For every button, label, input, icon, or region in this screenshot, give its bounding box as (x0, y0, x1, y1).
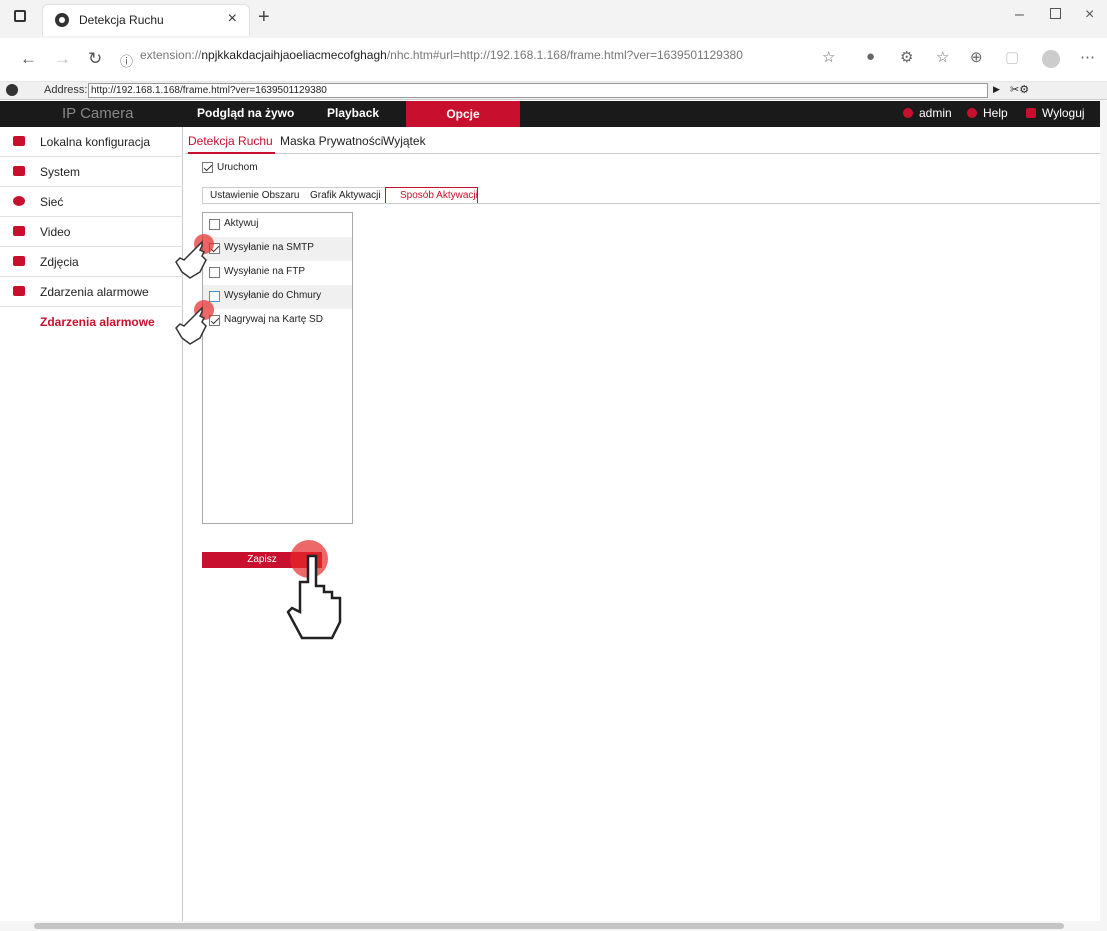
collections-icon[interactable]: ⊕ (970, 48, 983, 66)
step-linkage-method[interactable]: Sposób Aktywacji (385, 187, 478, 204)
vertical-scrollbar[interactable] (1100, 101, 1107, 931)
nav-options[interactable]: Opcje (406, 101, 520, 127)
video-icon (13, 226, 25, 236)
user-menu[interactable]: admin (903, 106, 952, 120)
hand-pointer-icon (286, 554, 342, 640)
logout-label: Wyloguj (1042, 106, 1085, 120)
monitor-icon (13, 136, 25, 146)
tab-motion-detection[interactable]: Detekcja Ruchu (188, 134, 273, 148)
help-icon (967, 108, 977, 118)
sidebar-item-label: Video (40, 225, 71, 239)
help-link[interactable]: Help (967, 106, 1008, 120)
url-prefix: extension:// (140, 48, 202, 62)
tab-privacy-mask[interactable]: Maska Prywatności (280, 134, 383, 148)
read-aloud-icon[interactable]: ☆ (822, 48, 835, 66)
step-divider (202, 203, 1100, 204)
user-icon (903, 108, 913, 118)
url-host: npjkkakdacjaihjaoeliacmecofghagh (201, 48, 387, 62)
sidebar-subitem-alarm-events[interactable]: Zdarzenia alarmowe (0, 307, 183, 337)
help-label: Help (983, 106, 1008, 120)
horizontal-scrollbar[interactable] (0, 921, 1100, 931)
action-label: Nagrywaj na Kartę SD (224, 314, 323, 325)
window-close-icon[interactable]: × (1085, 6, 1094, 24)
list-item[interactable]: Wysyłanie na FTP (203, 261, 352, 285)
close-tab-icon[interactable]: × (228, 10, 237, 28)
user-name: admin (919, 106, 952, 120)
forward-icon[interactable]: → (54, 49, 71, 69)
profile-avatar[interactable] (1042, 50, 1060, 68)
system-icon (13, 166, 25, 176)
sidebar-item-local-config[interactable]: Lokalna konfiguracja (0, 127, 183, 157)
hand-pointer-icon (175, 306, 207, 345)
favorites-icon[interactable]: ☆ (936, 48, 949, 66)
url-path: /nhc.htm#url=http://192.168.1.168/frame.… (386, 48, 743, 62)
sidebar-item-network[interactable]: Sieć (0, 187, 183, 217)
tab-exception[interactable]: Wyjątek (383, 134, 426, 148)
sidebar-item-label: Sieć (40, 195, 64, 209)
sidebar-item-system[interactable]: System (0, 157, 183, 187)
tab-actions-icon[interactable] (14, 10, 26, 22)
linkage-action-list: Aktywuj Wysyłanie na SMTP Wysyłanie na F… (202, 212, 353, 524)
address-label: Address: (44, 84, 88, 96)
sidebar-item-label: Zdarzenia alarmowe (40, 315, 155, 329)
url-field[interactable]: extension://npjkkakdacjaihjaoeliacmecofg… (140, 48, 800, 70)
wallet-icon[interactable]: ▢ (1005, 48, 1019, 66)
enable-checkbox[interactable] (202, 162, 213, 173)
action-checkbox[interactable] (209, 291, 220, 302)
browser-tab[interactable]: Detekcja Ruchu × (42, 4, 250, 36)
refresh-icon[interactable]: ↻ (88, 49, 102, 69)
action-label: Wysyłanie na FTP (224, 266, 306, 277)
logout-icon (1026, 108, 1036, 118)
maximize-icon[interactable] (1050, 8, 1061, 19)
enable-label: Uruchom (217, 162, 258, 173)
tab-favicon-icon (55, 13, 69, 27)
image-icon (13, 256, 25, 266)
extensions-puzzle-icon[interactable]: ⚙ (900, 48, 913, 66)
step-schedule[interactable]: Grafik Aktywacji (294, 187, 385, 204)
sidebar-item-label: Lokalna konfiguracja (40, 135, 151, 149)
action-checkbox[interactable] (209, 219, 220, 230)
step-area-settings[interactable]: Ustawienie Obszaru (202, 187, 299, 204)
sidebar-item-label: System (40, 165, 81, 179)
sidebar-item-video[interactable]: Video (0, 217, 183, 247)
hand-pointer-icon (175, 240, 207, 279)
extension-icon[interactable]: ● (866, 48, 875, 65)
info-icon[interactable]: ⓘ (120, 51, 133, 70)
browser-tab-bar: Detekcja Ruchu × + – × (0, 0, 1107, 38)
scrollbar-thumb[interactable] (34, 923, 1064, 929)
sidebar-item-alarm-events[interactable]: Zdarzenia alarmowe (0, 277, 183, 307)
list-item[interactable]: Aktywuj (203, 213, 352, 237)
go-icon[interactable]: ▶ (993, 84, 1000, 95)
action-label: Wysyłanie na SMTP (224, 242, 314, 253)
event-icon (13, 286, 25, 296)
logout-link[interactable]: Wyloguj (1026, 106, 1085, 120)
list-item[interactable]: Nagrywaj na Kartę SD (203, 309, 352, 333)
sidebar-item-label: Zdjęcia (40, 255, 79, 269)
nav-playback[interactable]: Playback (327, 106, 379, 120)
sidebar-item-label: Zdarzenia alarmowe (40, 285, 149, 299)
more-menu-icon[interactable]: ⋯ (1080, 48, 1095, 66)
list-item[interactable]: Wysyłanie do Chmury (203, 285, 352, 309)
camera-logo: IP Camera (62, 105, 134, 122)
back-icon[interactable]: ← (20, 49, 37, 69)
sidebar-item-images[interactable]: Zdjęcia (0, 247, 183, 277)
minimize-icon[interactable]: – (1015, 6, 1024, 24)
ie-mode-address-row: Address: http://192.168.1.168/frame.html… (0, 82, 1107, 100)
action-label: Wysyłanie do Chmury (224, 290, 322, 301)
tools-icon[interactable]: ✂⚙ (1010, 83, 1029, 96)
list-item[interactable]: Wysyłanie na SMTP (203, 237, 352, 261)
nav-live-view[interactable]: Podgląd na żywo (197, 106, 294, 120)
settings-sidebar: Lokalna konfiguracja System Sieć Video Z… (0, 127, 183, 921)
active-tab-indicator (188, 152, 275, 154)
globe-icon (13, 196, 25, 206)
new-tab-icon[interactable]: + (258, 6, 270, 29)
action-label: Aktywuj (224, 218, 259, 229)
tab-title: Detekcja Ruchu (79, 13, 164, 27)
camera-top-nav: IP Camera Podgląd na żywo Playback Opcje… (0, 101, 1100, 127)
address-input[interactable]: http://192.168.1.168/frame.html?ver=1639… (88, 83, 988, 98)
ie-extension-icon (6, 84, 18, 96)
tab-divider (185, 153, 1100, 154)
